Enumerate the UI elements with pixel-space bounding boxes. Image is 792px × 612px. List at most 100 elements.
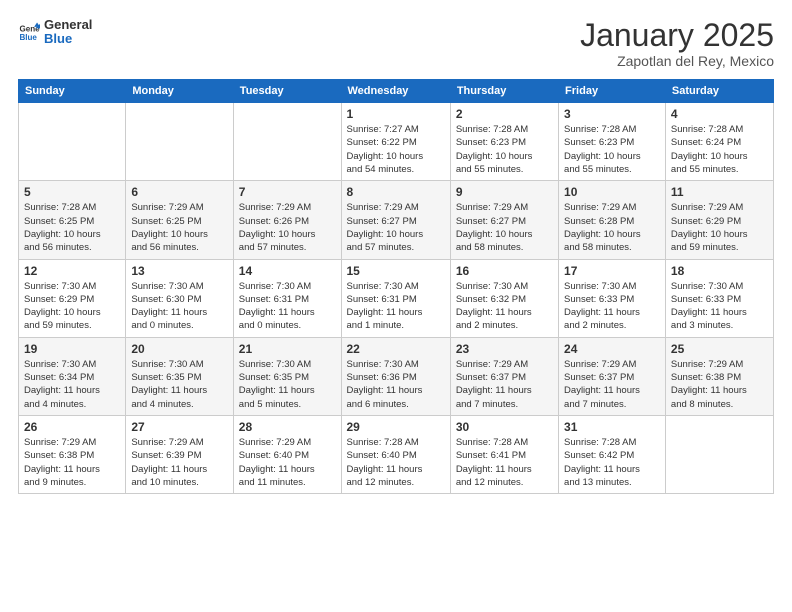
calendar-cell: 27 Sunrise: 7:29 AM Sunset: 6:39 PM Dayli… xyxy=(126,415,233,493)
calendar-cell: 21 Sunrise: 7:30 AM Sunset: 6:35 PM Dayli… xyxy=(233,337,341,415)
day-number: 31 xyxy=(564,420,660,434)
day-number: 13 xyxy=(131,264,227,278)
day-info: Sunrise: 7:29 AM Sunset: 6:38 PM Dayligh… xyxy=(671,358,768,411)
day-number: 19 xyxy=(24,342,120,356)
calendar-cell xyxy=(19,103,126,181)
day-number: 28 xyxy=(239,420,336,434)
calendar-cell: 3 Sunrise: 7:28 AM Sunset: 6:23 PM Daylig… xyxy=(559,103,666,181)
calendar-cell: 9 Sunrise: 7:29 AM Sunset: 6:27 PM Daylig… xyxy=(450,181,558,259)
calendar-cell: 8 Sunrise: 7:29 AM Sunset: 6:27 PM Daylig… xyxy=(341,181,450,259)
calendar-header-row: SundayMondayTuesdayWednesdayThursdayFrid… xyxy=(19,80,774,103)
calendar-cell: 25 Sunrise: 7:29 AM Sunset: 6:38 PM Dayli… xyxy=(665,337,773,415)
calendar-cell xyxy=(233,103,341,181)
day-info: Sunrise: 7:29 AM Sunset: 6:28 PM Dayligh… xyxy=(564,201,660,254)
calendar-cell: 19Sunrise: 7:30 AM Sunset: 6:34 PM Dayli… xyxy=(19,337,126,415)
header-day-wednesday: Wednesday xyxy=(341,80,450,103)
day-number: 23 xyxy=(456,342,553,356)
header-day-tuesday: Tuesday xyxy=(233,80,341,103)
calendar-cell xyxy=(665,415,773,493)
day-info: Sunrise: 7:30 AM Sunset: 6:32 PM Dayligh… xyxy=(456,280,553,333)
day-info: Sunrise: 7:30 AM Sunset: 6:29 PM Dayligh… xyxy=(24,280,120,333)
day-number: 9 xyxy=(456,185,553,199)
day-info: Sunrise: 7:29 AM Sunset: 6:25 PM Dayligh… xyxy=(131,201,227,254)
calendar-cell: 30 Sunrise: 7:28 AM Sunset: 6:41 PM Dayli… xyxy=(450,415,558,493)
calendar-cell: 14 Sunrise: 7:30 AM Sunset: 6:31 PM Dayli… xyxy=(233,259,341,337)
day-number: 14 xyxy=(239,264,336,278)
calendar-cell: 17Sunrise: 7:30 AM Sunset: 6:33 PM Dayli… xyxy=(559,259,666,337)
day-number: 11 xyxy=(671,185,768,199)
header-day-sunday: Sunday xyxy=(19,80,126,103)
day-info: Sunrise: 7:29 AM Sunset: 6:27 PM Dayligh… xyxy=(456,201,553,254)
day-info: Sunrise: 7:29 AM Sunset: 6:37 PM Dayligh… xyxy=(456,358,553,411)
svg-text:Blue: Blue xyxy=(19,33,37,42)
calendar-cell: 26 Sunrise: 7:29 AM Sunset: 6:38 PM Dayli… xyxy=(19,415,126,493)
header-day-thursday: Thursday xyxy=(450,80,558,103)
calendar-cell xyxy=(126,103,233,181)
page: General Blue General Blue January 2025 Z… xyxy=(0,0,792,612)
calendar-cell: 18 Sunrise: 7:30 AM Sunset: 6:33 PM Dayli… xyxy=(665,259,773,337)
day-info: Sunrise: 7:29 AM Sunset: 6:29 PM Dayligh… xyxy=(671,201,768,254)
day-number: 10 xyxy=(564,185,660,199)
day-number: 26 xyxy=(24,420,120,434)
day-info: Sunrise: 7:28 AM Sunset: 6:42 PM Dayligh… xyxy=(564,436,660,489)
calendar-week-1: 1 Sunrise: 7:27 AM Sunset: 6:22 PM Daylig… xyxy=(19,103,774,181)
day-info: Sunrise: 7:29 AM Sunset: 6:40 PM Dayligh… xyxy=(239,436,336,489)
day-info: Sunrise: 7:29 AM Sunset: 6:37 PM Dayligh… xyxy=(564,358,660,411)
header-day-monday: Monday xyxy=(126,80,233,103)
day-number: 5 xyxy=(24,185,120,199)
day-info: Sunrise: 7:30 AM Sunset: 6:35 PM Dayligh… xyxy=(131,358,227,411)
day-info: Sunrise: 7:29 AM Sunset: 6:26 PM Dayligh… xyxy=(239,201,336,254)
calendar-cell: 31 Sunrise: 7:28 AM Sunset: 6:42 PM Dayli… xyxy=(559,415,666,493)
day-number: 1 xyxy=(347,107,445,121)
day-info: Sunrise: 7:28 AM Sunset: 6:41 PM Dayligh… xyxy=(456,436,553,489)
calendar-cell: 24 Sunrise: 7:29 AM Sunset: 6:37 PM Dayli… xyxy=(559,337,666,415)
day-number: 20 xyxy=(131,342,227,356)
day-number: 27 xyxy=(131,420,227,434)
day-number: 2 xyxy=(456,107,553,121)
day-info: Sunrise: 7:28 AM Sunset: 6:23 PM Dayligh… xyxy=(456,123,553,176)
day-info: Sunrise: 7:27 AM Sunset: 6:22 PM Dayligh… xyxy=(347,123,445,176)
calendar-table: SundayMondayTuesdayWednesdayThursdayFrid… xyxy=(18,79,774,494)
calendar-cell: 28 Sunrise: 7:29 AM Sunset: 6:40 PM Dayli… xyxy=(233,415,341,493)
day-info: Sunrise: 7:30 AM Sunset: 6:31 PM Dayligh… xyxy=(347,280,445,333)
day-info: Sunrise: 7:30 AM Sunset: 6:35 PM Dayligh… xyxy=(239,358,336,411)
day-info: Sunrise: 7:30 AM Sunset: 6:30 PM Dayligh… xyxy=(131,280,227,333)
calendar-cell: 7 Sunrise: 7:29 AM Sunset: 6:26 PM Daylig… xyxy=(233,181,341,259)
day-number: 21 xyxy=(239,342,336,356)
calendar-cell: 6 Sunrise: 7:29 AM Sunset: 6:25 PM Daylig… xyxy=(126,181,233,259)
title-section: January 2025 Zapotlan del Rey, Mexico xyxy=(580,18,774,69)
logo-blue: Blue xyxy=(44,32,92,46)
day-number: 17 xyxy=(564,264,660,278)
calendar-cell: 15 Sunrise: 7:30 AM Sunset: 6:31 PM Dayli… xyxy=(341,259,450,337)
day-info: Sunrise: 7:28 AM Sunset: 6:40 PM Dayligh… xyxy=(347,436,445,489)
calendar-cell: 22Sunrise: 7:30 AM Sunset: 6:36 PM Dayli… xyxy=(341,337,450,415)
day-number: 30 xyxy=(456,420,553,434)
day-number: 18 xyxy=(671,264,768,278)
day-number: 3 xyxy=(564,107,660,121)
calendar-week-2: 5Sunrise: 7:28 AM Sunset: 6:25 PM Daylig… xyxy=(19,181,774,259)
day-info: Sunrise: 7:29 AM Sunset: 6:39 PM Dayligh… xyxy=(131,436,227,489)
day-number: 16 xyxy=(456,264,553,278)
day-info: Sunrise: 7:29 AM Sunset: 6:27 PM Dayligh… xyxy=(347,201,445,254)
header: General Blue General Blue January 2025 Z… xyxy=(18,18,774,69)
day-number: 24 xyxy=(564,342,660,356)
day-info: Sunrise: 7:30 AM Sunset: 6:31 PM Dayligh… xyxy=(239,280,336,333)
day-info: Sunrise: 7:29 AM Sunset: 6:38 PM Dayligh… xyxy=(24,436,120,489)
day-number: 8 xyxy=(347,185,445,199)
day-info: Sunrise: 7:30 AM Sunset: 6:33 PM Dayligh… xyxy=(671,280,768,333)
header-day-friday: Friday xyxy=(559,80,666,103)
calendar-cell: 2 Sunrise: 7:28 AM Sunset: 6:23 PM Daylig… xyxy=(450,103,558,181)
calendar-cell: 29Sunrise: 7:28 AM Sunset: 6:40 PM Dayli… xyxy=(341,415,450,493)
day-number: 15 xyxy=(347,264,445,278)
location-title: Zapotlan del Rey, Mexico xyxy=(580,53,774,69)
day-number: 12 xyxy=(24,264,120,278)
day-number: 25 xyxy=(671,342,768,356)
day-info: Sunrise: 7:28 AM Sunset: 6:23 PM Dayligh… xyxy=(564,123,660,176)
month-title: January 2025 xyxy=(580,18,774,53)
day-number: 4 xyxy=(671,107,768,121)
day-number: 7 xyxy=(239,185,336,199)
calendar-week-5: 26 Sunrise: 7:29 AM Sunset: 6:38 PM Dayli… xyxy=(19,415,774,493)
day-info: Sunrise: 7:28 AM Sunset: 6:24 PM Dayligh… xyxy=(671,123,768,176)
day-number: 6 xyxy=(131,185,227,199)
calendar-cell: 13 Sunrise: 7:30 AM Sunset: 6:30 PM Dayli… xyxy=(126,259,233,337)
